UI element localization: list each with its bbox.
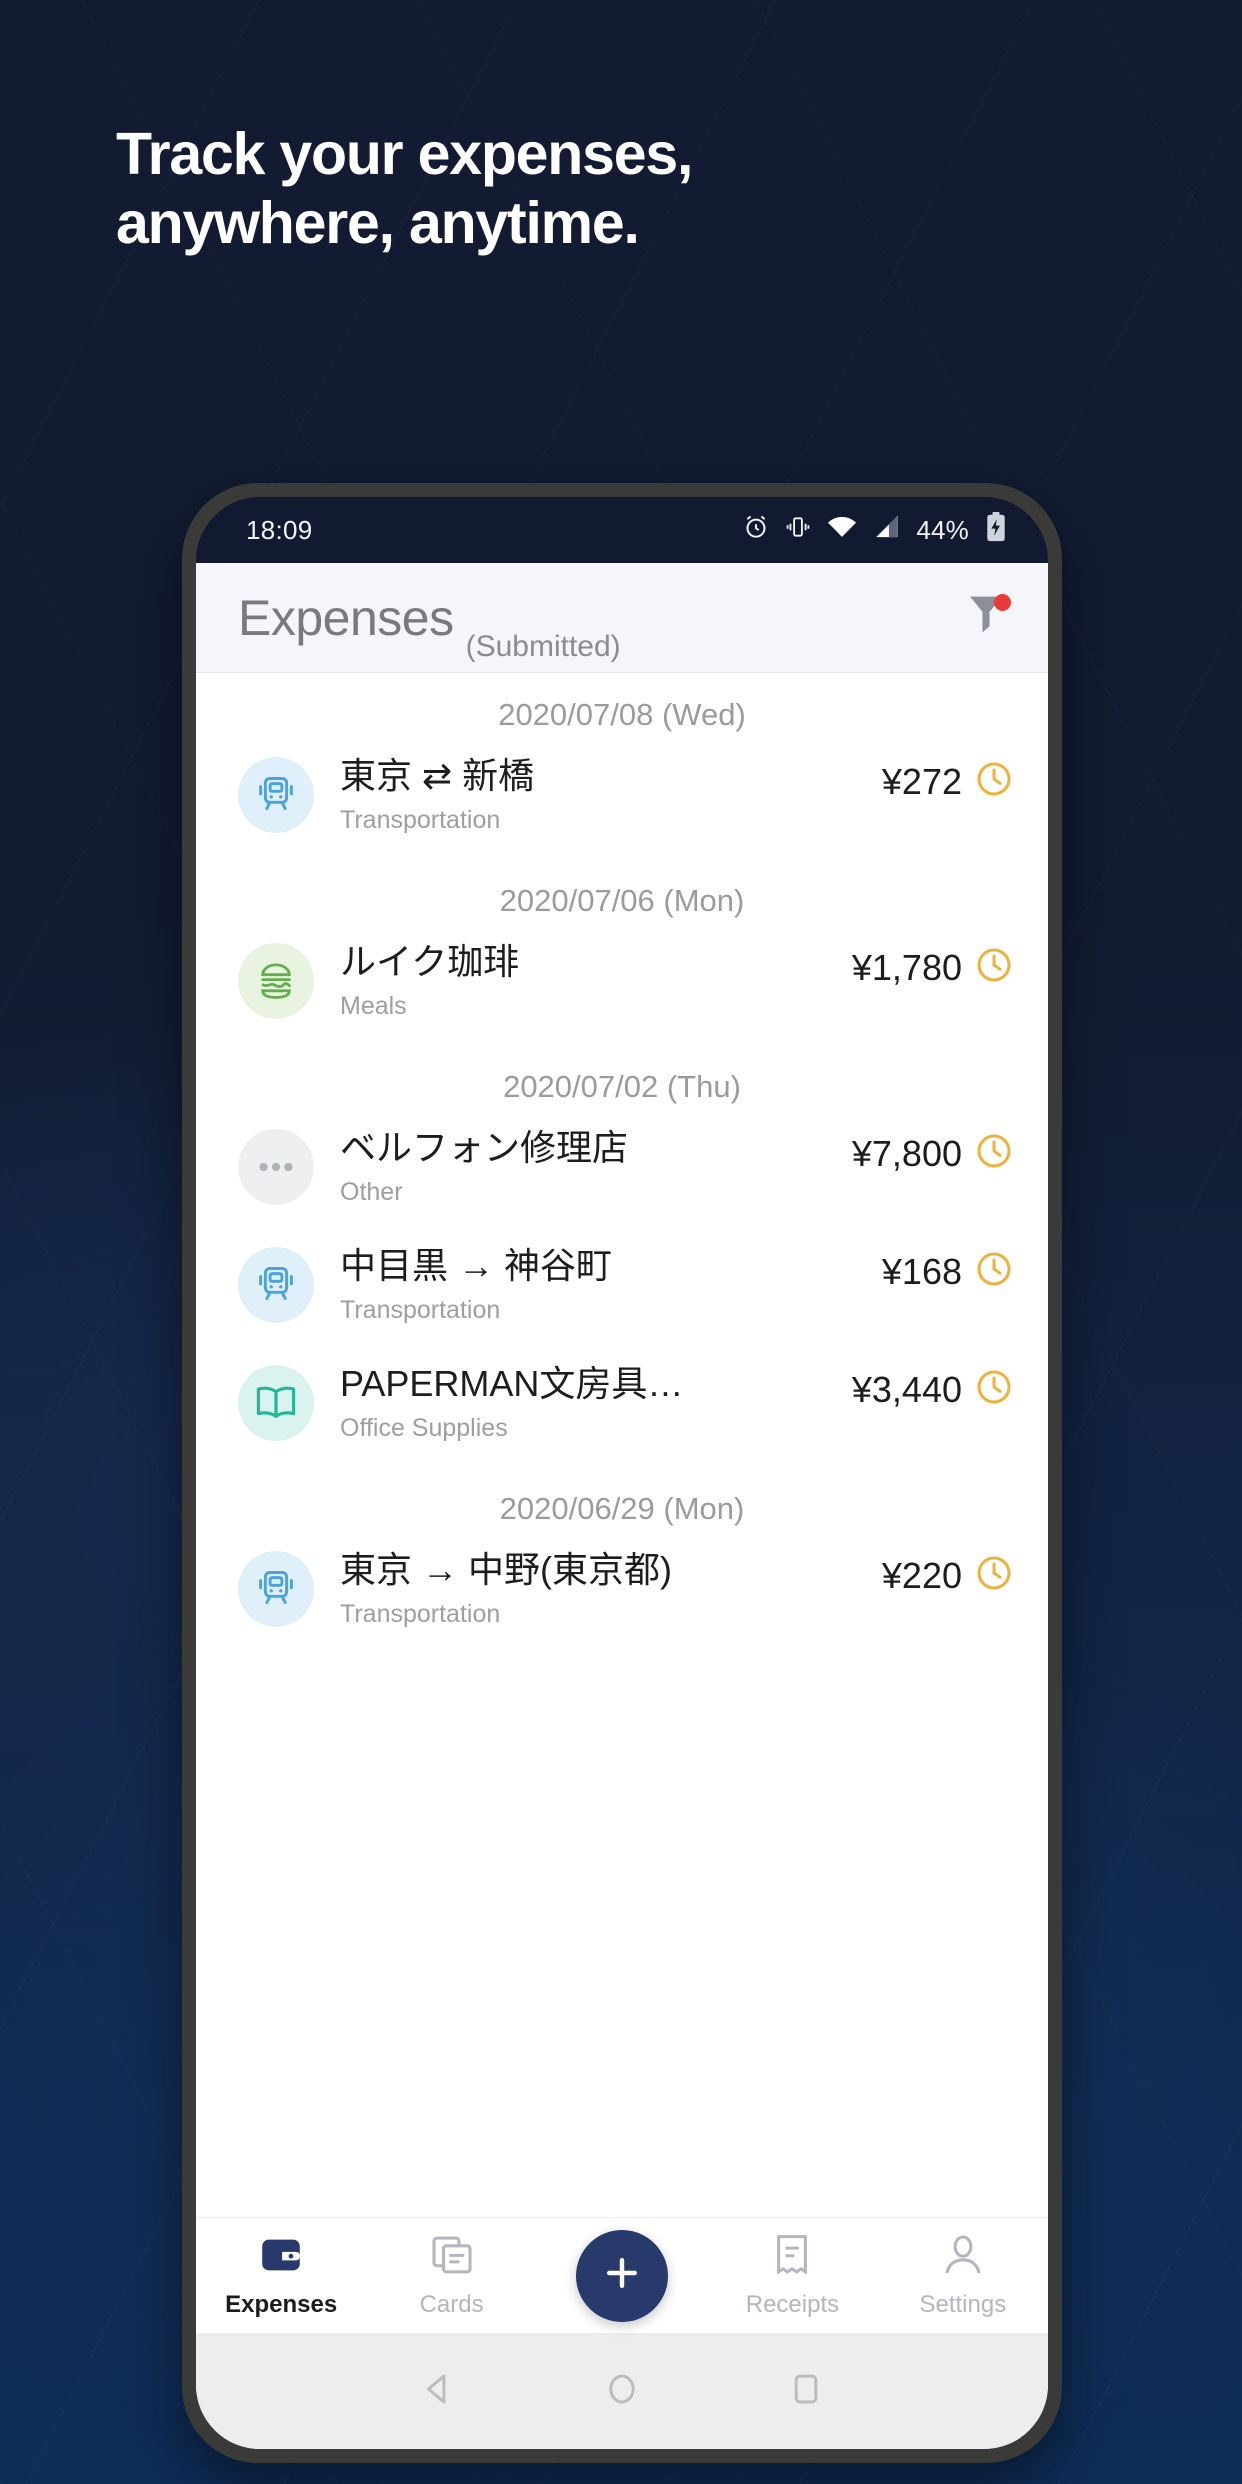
expense-amount: ¥1,780 — [851, 946, 962, 988]
vibrate-icon — [785, 514, 811, 547]
headline-line-1: Track your expenses, — [116, 121, 693, 187]
expense-title: ベルフォン修理店 — [340, 1127, 629, 1168]
clock-pending-icon — [974, 759, 1014, 804]
nav-item-settings[interactable]: Settings — [878, 2232, 1048, 2319]
wifi-icon — [826, 514, 858, 547]
expense-amount: ¥220 — [881, 1554, 962, 1596]
expense-row[interactable]: 中目黒 → 神谷町 Transportation ¥168 — [196, 1237, 1048, 1355]
expense-amount: ¥272 — [881, 760, 962, 802]
page-title: Track your expenses, anywhere, anytime. — [116, 120, 1116, 258]
add-expense-fab[interactable] — [576, 2229, 668, 2322]
app-header: Expenses (Submitted) — [196, 563, 1048, 673]
screen-subtitle-status: (Submitted) — [465, 630, 621, 663]
expense-title: 東京 → 中野(東京都) — [340, 1549, 672, 1590]
status-bar: 18:09 44% — [196, 497, 1048, 563]
expense-amount: ¥168 — [881, 1250, 962, 1292]
screen-title: Expenses — [238, 589, 454, 646]
android-navigation-bar — [196, 2333, 1048, 2449]
app-content: Expenses (Submitted) 2020/07/08 (Wed) 東京 … — [196, 563, 1048, 2449]
nav-item-receipts[interactable]: Receipts — [707, 2232, 877, 2319]
expense-amount: ¥3,440 — [851, 1368, 962, 1410]
nav-label-settings: Settings — [919, 2291, 1007, 2318]
train-icon — [238, 757, 314, 833]
clock-pending-icon — [974, 1131, 1014, 1176]
expense-amount: ¥7,800 — [851, 1132, 962, 1174]
expense-row[interactable]: ベルフォン修理店 Other ¥7,800 — [196, 1119, 1048, 1237]
expense-category: Transportation — [340, 1600, 501, 1629]
clock-pending-icon — [974, 1367, 1014, 1412]
expense-list[interactable]: 2020/07/08 (Wed) 東京 ⇄ 新橋 Transportation ¥27… — [196, 673, 1048, 2217]
nav-item-expenses[interactable]: Expenses — [196, 2232, 366, 2319]
alarm-icon — [742, 513, 770, 548]
filter-notification-badge — [994, 593, 1011, 611]
expense-category: Other — [340, 1178, 403, 1207]
expense-row[interactable]: PAPERMAN文房具… Office Supplies ¥3,440 — [196, 1355, 1048, 1473]
expense-title: 東京 ⇄ 新橋 — [340, 755, 535, 796]
date-group-header: 2020/06/29 (Mon) — [499, 1491, 745, 1526]
phone-device-frame: 18:09 44% Expenses (Submitted) 2020/07/0… — [182, 483, 1062, 2463]
cards-icon — [429, 2232, 475, 2283]
date-group-header: 2020/07/06 (Mon) — [499, 883, 745, 918]
battery-percentage-label: 44% — [916, 514, 969, 545]
expense-category: Transportation — [340, 1296, 501, 1325]
person-icon — [940, 2232, 986, 2283]
receipt-icon — [770, 2232, 814, 2283]
expense-row[interactable]: 東京 → 中野(東京都) Transportation ¥220 — [196, 1541, 1048, 1659]
book-icon — [238, 1365, 314, 1441]
wallet-icon — [258, 2232, 304, 2283]
cellular-signal-icon — [873, 514, 901, 547]
ellipsis-icon — [238, 1129, 314, 1205]
expense-title: 中目黒 → 神谷町 — [340, 1245, 613, 1286]
train-icon — [238, 1247, 314, 1323]
nav-label-receipts: Receipts — [745, 2291, 840, 2318]
expense-row[interactable]: 東京 ⇄ 新橋 Transportation ¥272 — [196, 747, 1048, 865]
headline-line-2: anywhere, anytime. — [116, 190, 640, 257]
status-bar-clock: 18:09 — [246, 514, 313, 545]
bottom-navigation: Expenses Cards Receipts Settings — [196, 2217, 1048, 2333]
date-group-header: 2020/07/02 (Thu) — [503, 1069, 741, 1104]
date-group-header: 2020/07/08 (Wed) — [498, 697, 746, 732]
back-triangle-icon[interactable] — [417, 2368, 459, 2415]
clock-pending-icon — [974, 1553, 1014, 1598]
clock-pending-icon — [974, 1249, 1014, 1294]
battery-charging-icon — [986, 511, 1006, 549]
home-circle-icon[interactable] — [601, 2368, 643, 2415]
filter-button[interactable] — [958, 590, 1014, 646]
expense-category: Office Supplies — [340, 1414, 508, 1443]
expense-title: ルイク珈琲 — [340, 941, 520, 982]
expense-row[interactable]: ルイク珈琲 Meals ¥1,780 — [196, 933, 1048, 1051]
clock-pending-icon — [974, 945, 1014, 990]
phone-screen: 18:09 44% Expenses (Submitted) 2020/07/0… — [196, 497, 1048, 2449]
plus-icon — [600, 2251, 644, 2300]
expense-category: Meals — [340, 992, 407, 1021]
expense-category: Transportation — [340, 806, 501, 835]
nav-label-expenses: Expenses — [225, 2291, 338, 2318]
nav-item-cards[interactable]: Cards — [366, 2232, 536, 2319]
train-icon — [238, 1551, 314, 1627]
expense-title: PAPERMAN文房具… — [340, 1363, 684, 1404]
recents-square-icon[interactable] — [785, 2368, 827, 2415]
burger-icon — [238, 943, 314, 1019]
nav-label-cards: Cards — [419, 2291, 484, 2318]
